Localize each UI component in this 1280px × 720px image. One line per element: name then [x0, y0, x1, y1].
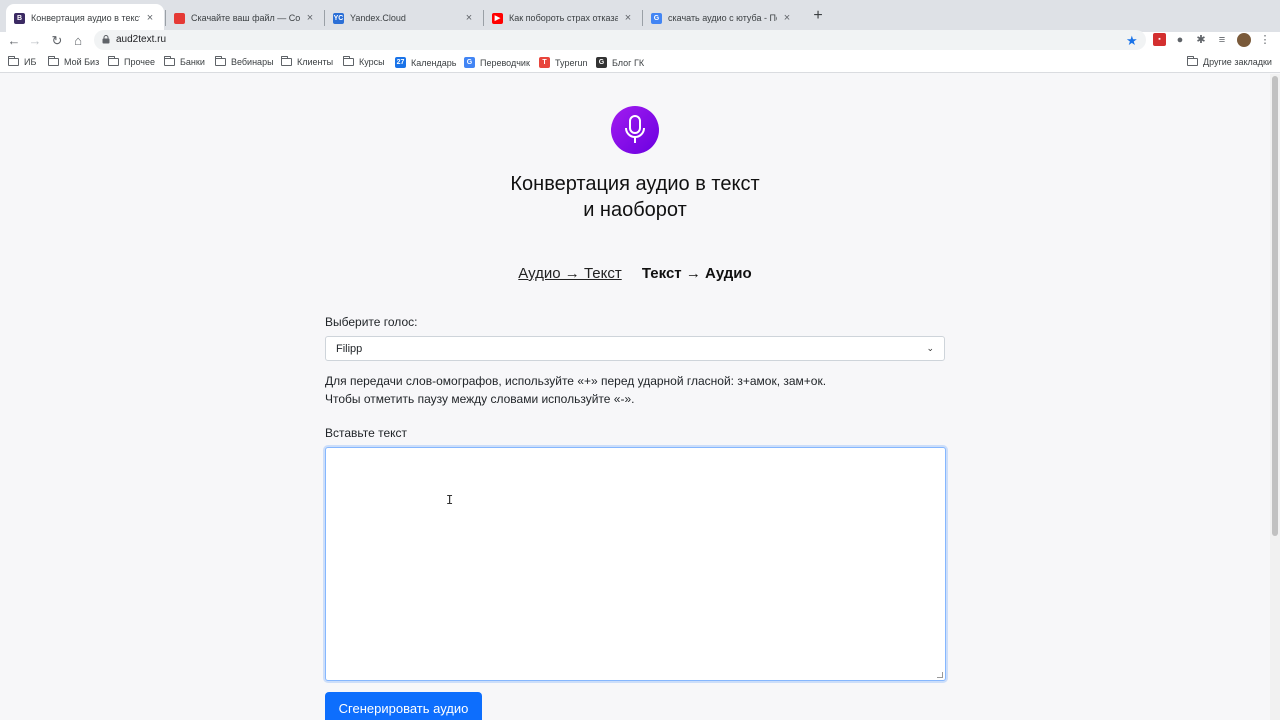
reload-icon[interactable]: ↻ — [49, 33, 65, 49]
tab-favicon-icon: B — [14, 12, 25, 24]
browser-tab[interactable]: B Конвертация аудио в текст × — [6, 4, 164, 32]
folder-icon — [281, 56, 292, 66]
generate-audio-button[interactable]: Сгенерировать аудио — [325, 692, 482, 720]
browser-tab[interactable]: Gскачать аудио с ютуба - Поис × — [643, 4, 801, 32]
bookmark-label: Клиенты — [297, 57, 334, 67]
browser-tab[interactable]: Скачайте ваш файл — Convert × — [166, 4, 324, 32]
home-icon[interactable]: ⌂ — [70, 33, 86, 49]
tab-title: Скачайте ваш файл — Convert — [191, 13, 300, 23]
tab-favicon-icon: ▶ — [492, 12, 503, 24]
bookmark-label: Typerun — [555, 57, 588, 68]
microphone-logo — [611, 106, 659, 154]
bookmark-favicon-icon: T — [539, 57, 550, 68]
tab-favicon-icon: YC — [333, 12, 344, 24]
extension-icon[interactable]: ● — [1173, 33, 1187, 47]
bookmark-item[interactable]: Мой Биз — [48, 56, 100, 67]
voice-label: Выберите голос: — [325, 315, 418, 329]
folder-icon — [108, 56, 119, 66]
bookmark-item[interactable]: Клиенты — [281, 56, 334, 67]
tab-separator — [642, 10, 643, 26]
bookmark-favicon-icon: 27 — [395, 57, 406, 68]
tab-separator — [324, 10, 325, 26]
tab-close-icon[interactable]: × — [781, 12, 793, 24]
bookmark-label: Курсы — [359, 57, 385, 67]
extension-icon[interactable]: ▪ — [1153, 33, 1166, 46]
bookmark-item[interactable]: ИБ — [8, 56, 37, 67]
folder-icon — [215, 56, 226, 66]
folder-icon — [164, 56, 175, 66]
chevron-down-icon: ⌄ — [926, 343, 934, 353]
tab-favicon-icon: G — [651, 12, 662, 24]
bookmark-item[interactable]: G Переводчик — [464, 57, 530, 68]
folder-icon — [343, 56, 354, 66]
bookmark-star-icon[interactable]: ★ — [1126, 33, 1138, 49]
new-tab-button[interactable]: + — [810, 8, 826, 24]
voice-select[interactable]: Filipp ⌄ — [325, 336, 945, 361]
bookmark-favicon-icon: G — [464, 57, 475, 68]
url-text[interactable]: aud2text.ru — [116, 34, 166, 45]
bookmark-label: Банки — [180, 57, 205, 67]
tab-title: Как побороть страх отказа п — [509, 13, 618, 23]
other-bookmarks[interactable]: Другие закладки — [1187, 56, 1272, 67]
text-cursor-icon: I — [446, 493, 454, 507]
bookmark-item[interactable]: G Блог ГК — [596, 57, 644, 68]
address-bar[interactable] — [94, 30, 1146, 50]
scrollbar-thumb[interactable] — [1272, 76, 1278, 536]
tab-title: скачать аудио с ютуба - Поис — [668, 13, 777, 23]
voice-selected-value: Filipp — [336, 342, 363, 355]
bookmark-item[interactable]: T Typerun — [539, 57, 588, 68]
bookmark-label: Вебинары — [231, 57, 274, 67]
mode-audio-to-text-link[interactable]: Аудио → Текст — [518, 265, 621, 282]
back-icon[interactable]: ← — [6, 33, 22, 49]
browser-tab[interactable]: YC Yandex.Cloud × — [325, 4, 483, 32]
bookmark-item[interactable]: Банки — [164, 56, 205, 67]
folder-icon — [1187, 56, 1198, 66]
text-label: Вставьте текст — [325, 426, 408, 440]
folder-icon — [8, 56, 19, 66]
bookmark-label: ИБ — [24, 57, 37, 67]
bookmark-label: Календарь — [411, 57, 457, 68]
bookmark-favicon-icon: G — [596, 57, 607, 68]
tab-close-icon[interactable]: × — [622, 12, 634, 24]
mode-text-to-audio-active[interactable]: Текст → Аудио — [642, 265, 752, 282]
bookmark-label: Блог ГК — [612, 57, 645, 68]
mode-switch: Аудио → Текст Текст → Аудио — [440, 265, 830, 287]
bookmark-item[interactable]: 27 Календарь — [395, 57, 456, 68]
tab-title: Yandex.Cloud — [350, 13, 406, 23]
bookmark-item[interactable]: Прочее — [108, 56, 155, 67]
tab-separator — [165, 10, 166, 26]
page-title: Конвертация аудио в текст и наоборот — [510, 173, 760, 221]
browser-tab[interactable]: ▶ Как побороть страх отказа п × — [484, 4, 642, 32]
tab-close-icon[interactable]: × — [463, 12, 475, 24]
text-input[interactable] — [325, 447, 946, 681]
bookmark-label: Переводчик — [480, 57, 530, 68]
bookmark-item[interactable]: Курсы — [343, 56, 385, 67]
menu-kebab-icon[interactable]: ⋮ — [1258, 33, 1272, 47]
lock-icon — [102, 35, 110, 44]
bookmark-item[interactable]: Вебинары — [215, 56, 274, 67]
avatar[interactable] — [1237, 33, 1251, 47]
forward-icon[interactable]: → — [27, 33, 43, 49]
microphone-icon — [625, 115, 645, 143]
media-control-icon[interactable]: ≡ — [1215, 33, 1229, 47]
tab-close-icon[interactable]: × — [304, 12, 316, 24]
puzzle-icon[interactable]: ✱ — [1194, 33, 1208, 47]
tab-close-icon[interactable]: × — [144, 12, 156, 24]
bookmark-label: Прочее — [124, 57, 155, 67]
hint-text: Для передачи слов-омографов, используйте… — [325, 374, 827, 406]
resize-handle[interactable] — [937, 672, 943, 678]
tab-separator — [483, 10, 484, 26]
tab-title: Конвертация аудио в текст — [31, 13, 140, 23]
tab-favicon-icon — [174, 12, 185, 24]
folder-icon — [48, 56, 59, 66]
bookmark-label: Мой Биз — [64, 57, 100, 67]
